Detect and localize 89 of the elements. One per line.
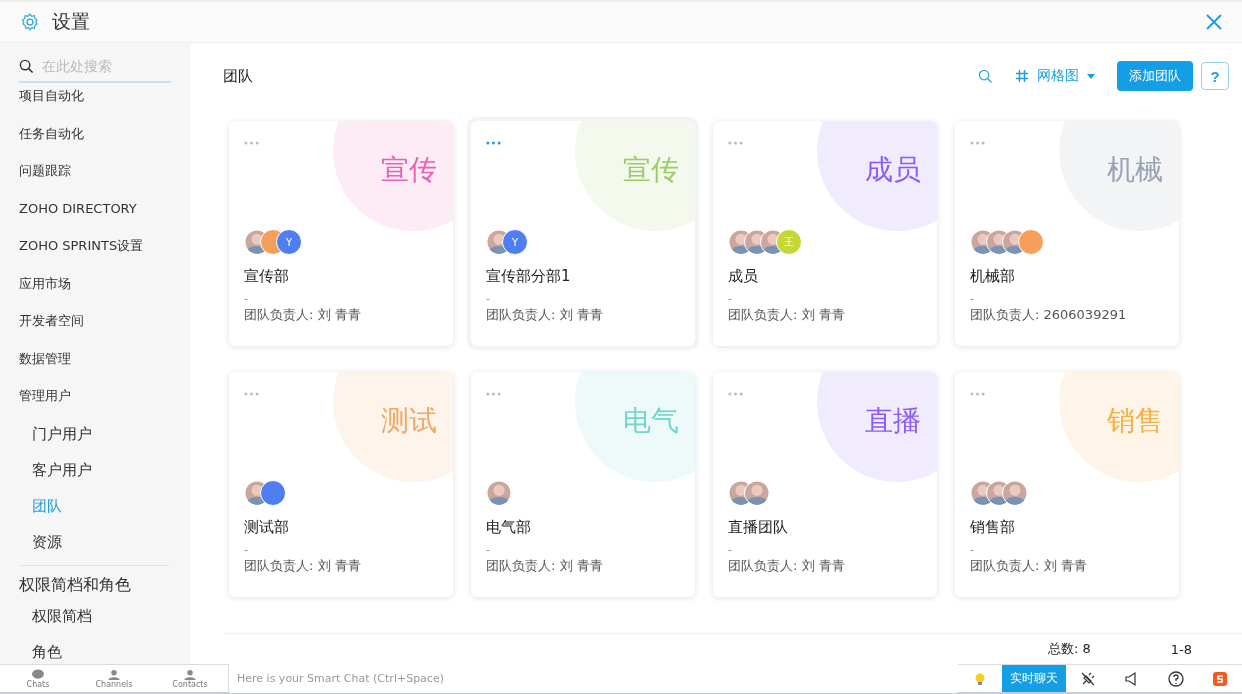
sidebar-item[interactable]: ZOHO SPRINTS设置 <box>19 233 190 271</box>
team-lead: 团队负责人: 刘 青青 <box>244 557 362 575</box>
search-icon[interactable] <box>978 68 993 84</box>
team-description: - <box>728 543 733 556</box>
sidebar-item[interactable]: 客户用户 <box>19 456 190 493</box>
team-tag: 直播 <box>865 402 921 440</box>
more-icon[interactable] <box>728 141 743 145</box>
team-tag: 销售 <box>1107 402 1163 440</box>
sidebar-item[interactable]: 资源 <box>19 528 190 565</box>
team-description: - <box>244 292 249 305</box>
avatar <box>744 480 770 506</box>
avatar: Y <box>276 229 302 255</box>
team-description: - <box>970 543 975 556</box>
sidebar-item[interactable]: ZOHO DIRECTORY <box>19 195 190 233</box>
team-lead: 团队负责人: 刘 青青 <box>728 306 846 324</box>
team-tag: 测试 <box>381 402 437 440</box>
team-lead: 团队负责人: 刘 青青 <box>486 557 604 575</box>
sidebar-item[interactable]: 权限简档和角色 <box>19 565 190 603</box>
team-lead: 团队负责人: 刘 青青 <box>728 557 846 575</box>
sidebar-item[interactable]: 问题跟踪 <box>19 158 190 196</box>
settings-icon <box>20 12 40 32</box>
avatar <box>486 480 512 506</box>
team-name: 销售部 <box>970 518 1016 537</box>
search-icon <box>19 58 34 74</box>
sidebar-item[interactable]: 项目自动化 <box>19 83 190 121</box>
team-card[interactable]: 销售 销售部 - 团队负责人: 刘 青青 <box>955 372 1179 597</box>
chat-tab-icon <box>107 668 121 680</box>
sidebar-item[interactable]: 任务自动化 <box>19 120 190 158</box>
sidebar-item[interactable]: 角色 <box>19 639 190 664</box>
more-icon[interactable] <box>970 141 985 145</box>
chat-tab[interactable]: Chats <box>0 668 76 689</box>
team-card[interactable]: 电气 电气部 - 团队负责人: 刘 青青 <box>471 372 695 597</box>
avatar: Y <box>502 229 528 255</box>
search-field[interactable]: 在此处搜索 <box>40 57 164 75</box>
sidebar-item[interactable]: 应用市场 <box>19 270 190 308</box>
chat-tab[interactable]: Contacts <box>152 668 228 689</box>
team-tag: 宣传 <box>381 151 437 189</box>
smart-chat-field[interactable]: Here is your Smart Chat (Ctrl+Space) <box>228 664 958 693</box>
chat-tab-icon <box>183 668 197 680</box>
team-lead: 团队负责人: 刘 青青 <box>244 306 362 324</box>
team-description: - <box>244 543 249 556</box>
more-icon[interactable] <box>970 392 985 396</box>
team-card[interactable]: 测试 测试部 - 团队负责人: 刘 青青 <box>229 372 453 597</box>
team-tag: 成员 <box>865 151 921 189</box>
page-title: 团队 <box>223 66 253 86</box>
grid-icon <box>1015 69 1029 83</box>
team-lead: 团队负责人: 2606039291 <box>970 306 1128 324</box>
team-description: - <box>970 292 975 305</box>
help-icon[interactable] <box>1168 670 1184 687</box>
team-name: 直播团队 <box>728 518 789 537</box>
page-range: 1-8 <box>1170 641 1192 657</box>
more-icon[interactable] <box>728 392 743 396</box>
team-card[interactable]: 宣传 Y 宣传部 - 团队负责人: 刘 青青 <box>229 121 453 346</box>
sidebar-item[interactable]: 数据管理 <box>19 345 190 383</box>
team-tag: 宣传 <box>623 151 679 189</box>
more-icon[interactable] <box>486 392 501 396</box>
team-description: - <box>486 543 491 556</box>
window-title: 设置 <box>52 9 90 34</box>
team-lead: 团队负责人: 刘 青青 <box>486 306 604 324</box>
team-card[interactable]: 成员 王 成员 - 团队负责人: 刘 青青 <box>713 121 937 346</box>
sidebar-item[interactable]: 门户用户 <box>19 420 190 457</box>
team-card[interactable]: 机械 机械部 - 团队负责人: 2606039291 <box>955 121 1179 346</box>
total-count: 总数: 8 <box>1047 640 1091 658</box>
more-icon[interactable] <box>486 141 501 145</box>
avatar <box>1002 480 1028 506</box>
avatar: 王 <box>776 229 802 255</box>
team-name: 宣传部分部1 <box>486 267 572 286</box>
close-icon[interactable] <box>1206 14 1222 30</box>
chat-tab-icon <box>31 668 45 680</box>
team-description: - <box>486 292 491 305</box>
team-name: 成员 <box>728 267 759 286</box>
app-icon[interactable] <box>1212 670 1228 687</box>
sidebar-item[interactable]: 开发者空间 <box>19 308 190 346</box>
team-name: 测试部 <box>244 518 290 537</box>
chat-tab[interactable]: Channels <box>76 668 152 689</box>
team-description: - <box>728 292 733 305</box>
caret-icon <box>1087 73 1095 79</box>
team-name: 电气部 <box>486 518 532 537</box>
team-tag: 机械 <box>1107 151 1163 189</box>
more-icon[interactable] <box>244 392 259 396</box>
team-card[interactable]: 直播 直播团队 - 团队负责人: 刘 青青 <box>713 372 937 597</box>
sidebar-item[interactable]: 管理用户 <box>19 383 190 421</box>
team-name: 宣传部 <box>244 267 290 286</box>
more-icon[interactable] <box>244 141 259 145</box>
team-tag: 电气 <box>623 402 679 440</box>
team-name: 机械部 <box>970 267 1016 286</box>
team-lead: 团队负责人: 刘 青青 <box>970 557 1088 575</box>
plug-icon[interactable] <box>1080 670 1096 687</box>
sidebar-item[interactable]: 权限简档 <box>19 603 190 639</box>
